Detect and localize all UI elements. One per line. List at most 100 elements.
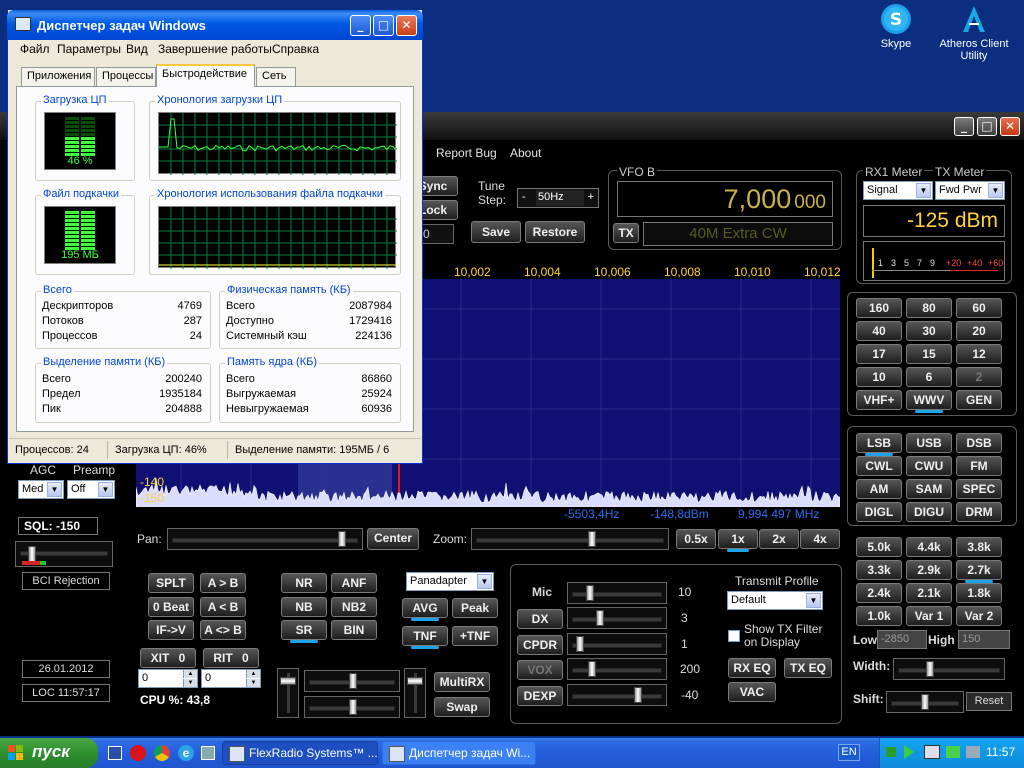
filter-width-slider[interactable] <box>893 658 1005 680</box>
multirx-gain-slider[interactable] <box>404 668 426 718</box>
filter-shift-slider[interactable] <box>886 691 964 713</box>
start-button[interactable]: пуск <box>0 738 98 768</box>
dexp-slider-thumb[interactable] <box>634 687 642 703</box>
band-button-12[interactable]: 12 <box>956 344 1002 364</box>
swap-ab-button[interactable]: A <> B <box>200 620 246 640</box>
mic-slider[interactable] <box>567 582 667 604</box>
tnf-button[interactable]: TNF <box>402 626 448 649</box>
zoom-slider[interactable] <box>471 528 669 550</box>
filter-button-4-4k[interactable]: 4.4k <box>906 537 952 557</box>
filter-high-input[interactable]: 150 <box>958 630 1010 649</box>
filter-button-2-9k[interactable]: 2.9k <box>906 560 952 580</box>
pan-slider[interactable] <box>167 528 363 550</box>
mode-button-digl[interactable]: DIGL <box>856 502 902 522</box>
zoom-slider-thumb[interactable] <box>588 531 596 547</box>
rx2-pan-slider[interactable] <box>304 696 400 718</box>
quicklaunch-save-icon[interactable] <box>108 746 122 760</box>
mode-button-usb[interactable]: USB <box>906 433 952 453</box>
dexp-slider[interactable] <box>567 684 667 706</box>
zoom-2x-button[interactable]: 2x <box>759 529 799 549</box>
band-button-80[interactable]: 80 <box>906 298 952 318</box>
band-button-vhf-[interactable]: VHF+ <box>856 390 902 410</box>
vfo-b-frequency-display[interactable]: 7,000 000 <box>617 181 833 217</box>
mode-button-drm[interactable]: DRM <box>956 502 1002 522</box>
quicklaunch-desktop-icon[interactable] <box>201 746 215 760</box>
nb2-button[interactable]: NB2 <box>331 597 377 617</box>
menu-about[interactable]: About <box>510 146 541 160</box>
filter-button-2-7k[interactable]: 2.7k <box>956 560 1002 583</box>
filter-button-2-1k[interactable]: 2.1k <box>906 583 952 603</box>
spin-up-icon[interactable]: ▲ <box>183 670 197 678</box>
pan-slider-thumb[interactable] <box>338 531 346 547</box>
filter-shift-slider-thumb[interactable] <box>921 694 929 710</box>
spin-down-icon[interactable]: ▼ <box>246 679 260 687</box>
agc-select[interactable]: Med ▼ <box>18 480 64 499</box>
save-button[interactable]: Save <box>471 221 521 243</box>
xit-button[interactable]: XIT 0 <box>140 648 196 668</box>
display-mode-select[interactable]: Panadapter ▼ <box>406 572 494 591</box>
tune-step-control[interactable]: - 50Hz + <box>517 188 599 208</box>
zoom-0-5x-button[interactable]: 0.5x <box>676 529 716 549</box>
task-manager-title-bar[interactable]: Диспетчер задач Windows _ □ ✕ <box>7 10 423 40</box>
band-button-gen[interactable]: GEN <box>956 390 1002 410</box>
minimize-icon[interactable]: _ <box>350 15 371 36</box>
filter-button-1-8k[interactable]: 1.8k <box>956 583 1002 603</box>
rx1-pan-slider[interactable] <box>304 670 400 692</box>
tab-network[interactable]: Сеть <box>256 67 296 86</box>
tx-meter-select[interactable]: Fwd Pwr ▼ <box>935 181 1005 200</box>
vac-button[interactable]: VAC <box>728 682 776 702</box>
swap-button[interactable]: Swap <box>434 697 490 717</box>
band-button-15[interactable]: 15 <box>906 344 952 364</box>
tab-applications[interactable]: Приложения <box>21 67 95 86</box>
bci-rejection-checkbox[interactable]: BCI Rejection <box>22 572 110 590</box>
tx-eq-button[interactable]: TX EQ <box>784 658 832 678</box>
zero-beat-button[interactable]: 0 Beat <box>148 597 194 617</box>
tray-network-icon[interactable] <box>946 746 960 758</box>
language-indicator[interactable]: EN <box>838 744 860 761</box>
nb-button[interactable]: NB <box>281 597 327 617</box>
preamp-select[interactable]: Off ▼ <box>67 480 115 499</box>
band-button-30[interactable]: 30 <box>906 321 952 341</box>
chevron-down-icon[interactable]: ▼ <box>98 482 113 497</box>
maximize-icon[interactable]: □ <box>977 117 997 136</box>
rit-input[interactable]: 0 ▲ ▼ <box>201 669 261 688</box>
mode-button-lsb[interactable]: LSB <box>856 433 902 456</box>
tab-performance[interactable]: Быстродействие <box>156 64 255 87</box>
tray-battery-icon[interactable] <box>924 745 940 759</box>
cpdr-button[interactable]: CPDR <box>517 635 563 655</box>
chevron-down-icon[interactable]: ▼ <box>47 482 62 497</box>
quicklaunch-chrome-icon[interactable] <box>154 745 170 761</box>
dx-slider[interactable] <box>567 607 667 629</box>
filter-button-var-1[interactable]: Var 1 <box>906 606 952 626</box>
taskbar-item-taskmanager[interactable]: Диспетчер задач Wi... <box>382 741 536 765</box>
center-button[interactable]: Center <box>367 528 419 550</box>
mode-button-fm[interactable]: FM <box>956 456 1002 476</box>
cpdr-slider[interactable] <box>567 633 667 655</box>
tab-processes[interactable]: Процессы <box>96 67 156 86</box>
dexp-button[interactable]: DEXP <box>517 686 563 706</box>
band-button-20[interactable]: 20 <box>956 321 1002 341</box>
tm-menu-file[interactable]: Файл <box>20 42 50 56</box>
nr-button[interactable]: NR <box>281 573 327 593</box>
rx-meter-select[interactable]: Signal ▼ <box>863 181 933 200</box>
tm-menu-shutdown[interactable]: Завершение работы <box>158 42 272 56</box>
filter-button-1-0k[interactable]: 1.0k <box>856 606 902 626</box>
tm-menu-help[interactable]: Справка <box>272 42 319 56</box>
spin-down-icon[interactable]: ▼ <box>183 679 197 687</box>
restore-button[interactable]: Restore <box>525 221 585 243</box>
tune-step-minus-button[interactable]: - <box>522 191 526 203</box>
maximize-icon[interactable]: □ <box>373 15 394 36</box>
tune-step-plus-button[interactable]: + <box>588 191 594 203</box>
chevron-down-icon[interactable]: ▼ <box>988 183 1003 198</box>
peak-button[interactable]: Peak <box>452 598 498 618</box>
dx-button[interactable]: DX <box>517 609 563 629</box>
quicklaunch-opera-icon[interactable] <box>130 745 146 761</box>
rx2-pan-slider-thumb[interactable] <box>349 699 357 715</box>
mode-button-am[interactable]: AM <box>856 479 902 499</box>
filter-low-input[interactable]: -2850 <box>877 630 927 649</box>
if-to-v-button[interactable]: IF->V <box>148 620 194 640</box>
band-button-60[interactable]: 60 <box>956 298 1002 318</box>
zoom-4x-button[interactable]: 4x <box>800 529 840 549</box>
desktop-icon-atheros[interactable]: Atheros Client Utility <box>926 2 1022 62</box>
band-button-10[interactable]: 10 <box>856 367 902 387</box>
